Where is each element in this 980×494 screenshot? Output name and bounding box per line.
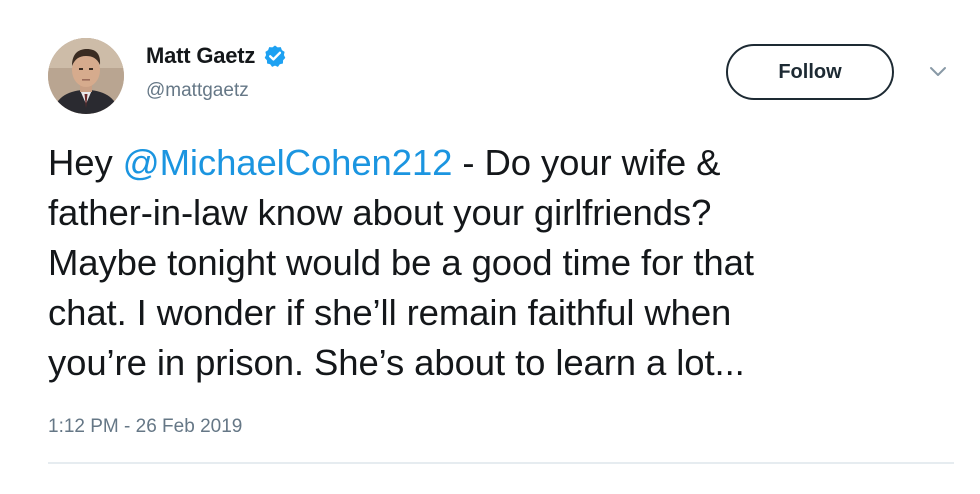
tweet-text-line: father-in-law know about your girlfriend… bbox=[48, 192, 712, 233]
tweet-text-line: Hey @MichaelCohen212 - Do your wife & bbox=[48, 138, 958, 188]
display-name[interactable]: Matt Gaetz bbox=[146, 43, 255, 69]
avatar[interactable] bbox=[48, 38, 124, 114]
tweet-card: Matt Gaetz @mattgaetz Follow Hey @Michae… bbox=[0, 0, 980, 494]
tweet-text-segment: - Do your wife & bbox=[452, 142, 721, 183]
mention-link[interactable]: @MichaelCohen212 bbox=[123, 142, 453, 183]
profile-photo-icon bbox=[48, 38, 124, 114]
divider bbox=[48, 462, 954, 464]
display-name-row[interactable]: Matt Gaetz bbox=[146, 40, 287, 72]
tweet-text-segment: Hey bbox=[48, 142, 123, 183]
verified-badge-icon bbox=[263, 44, 287, 68]
tweet-timestamp[interactable]: 1:12 PM - 26 Feb 2019 bbox=[48, 416, 242, 438]
tweet-text-line: you’re in prison. She’s about to learn a… bbox=[48, 342, 745, 383]
chevron-down-icon[interactable] bbox=[928, 64, 948, 80]
follow-button[interactable]: Follow bbox=[726, 44, 894, 100]
tweet-text-line: Maybe tonight would be a good time for t… bbox=[48, 242, 754, 283]
user-handle[interactable]: @mattgaetz bbox=[146, 80, 249, 102]
tweet-text-line: chat. I wonder if she’ll remain faithful… bbox=[48, 292, 732, 333]
tweet-text: Hey @MichaelCohen212 - Do your wife & fa… bbox=[48, 138, 958, 388]
